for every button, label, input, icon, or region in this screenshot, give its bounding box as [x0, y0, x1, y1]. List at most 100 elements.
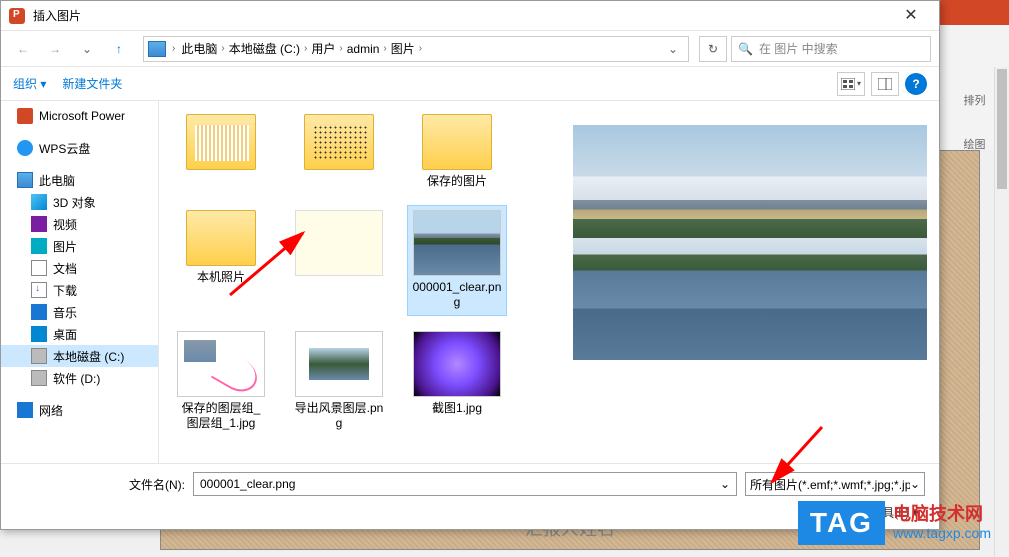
- tree-item[interactable]: 此电脑: [1, 169, 158, 191]
- breadcrumb-sep: ›: [172, 43, 175, 54]
- ppt-scrollbar[interactable]: [994, 67, 1009, 557]
- pic-icon: [31, 238, 47, 254]
- watermark-line2: www.tagxp.com: [893, 525, 991, 542]
- navigation-tree[interactable]: Microsoft Power WPS云盘此电脑 3D 对象视频图片文档下载音乐桌面…: [1, 101, 159, 463]
- doc-icon: [31, 260, 47, 276]
- tree-item-label: WPS云盘: [39, 140, 90, 157]
- recent-dropdown[interactable]: ⌄: [73, 35, 101, 63]
- file-label: 000001_clear.png: [412, 280, 502, 311]
- file-item[interactable]: 保存的图层组_图层组_1.jpg: [171, 326, 271, 437]
- powerpoint-icon: [9, 8, 25, 24]
- close-button[interactable]: ✕: [891, 2, 931, 30]
- file-label: 保存的图层组_图层组_1.jpg: [176, 401, 266, 432]
- preview-pane-button[interactable]: [871, 72, 899, 96]
- disk-icon: [31, 348, 47, 364]
- file-label: 截图1.jpg: [412, 401, 502, 417]
- file-thumbnail: [304, 114, 374, 170]
- tree-item-label: 图片: [53, 238, 77, 255]
- dialog-body: Microsoft Power WPS云盘此电脑 3D 对象视频图片文档下载音乐桌面…: [1, 101, 939, 463]
- file-label: 导出风景图层.png: [294, 401, 384, 432]
- new-folder-button[interactable]: 新建文件夹: [62, 75, 122, 92]
- search-icon: 🔍: [738, 42, 753, 56]
- tree-item[interactable]: 本地磁盘 (C:): [1, 345, 158, 367]
- net-icon: [17, 402, 33, 418]
- breadcrumb-item[interactable]: 此电脑: [177, 37, 221, 61]
- tree-item-label: Microsoft Power: [39, 109, 125, 123]
- tree-item[interactable]: 软件 (D:): [1, 367, 158, 389]
- file-thumbnail: [413, 331, 501, 397]
- tree-item-label: 软件 (D:): [53, 370, 100, 387]
- filetype-value: 所有图片(*.emf;*.wmf;*.jpg;*.jp: [750, 476, 910, 493]
- organize-menu[interactable]: 组织 ▾: [13, 75, 46, 92]
- file-item[interactable]: [171, 109, 271, 195]
- tree-item[interactable]: 3D 对象: [1, 191, 158, 213]
- file-item[interactable]: 本机照片: [171, 205, 271, 316]
- tree-item[interactable]: 文档: [1, 257, 158, 279]
- tree-item-label: 视频: [53, 216, 77, 233]
- 3d-icon: [31, 194, 47, 210]
- filename-input[interactable]: 000001_clear.png ⌄: [193, 472, 737, 496]
- breadcrumb-dropdown[interactable]: ⌄: [662, 42, 684, 56]
- watermark-line1: 电脑技术网: [893, 504, 991, 526]
- tree-item[interactable]: WPS云盘: [1, 137, 158, 159]
- insert-picture-dialog: 插入图片 ✕ ← → ⌄ ↑ › 此电脑›本地磁盘 (C:)›用户›admin›…: [0, 0, 940, 530]
- disk-icon: [31, 370, 47, 386]
- tree-item-label: 下载: [53, 282, 77, 299]
- file-item[interactable]: 截图1.jpg: [407, 326, 507, 437]
- file-thumbnail: [186, 114, 256, 170]
- breadcrumb-item[interactable]: 图片: [387, 37, 419, 61]
- tree-item[interactable]: Microsoft Power: [1, 105, 158, 127]
- up-button[interactable]: ↑: [105, 35, 133, 63]
- watermark: TAG 电脑技术网 www.tagxp.com: [798, 501, 991, 545]
- file-item[interactable]: 000001_clear.png: [407, 205, 507, 316]
- titlebar: 插入图片 ✕: [1, 1, 939, 31]
- file-thumbnail: [413, 210, 501, 276]
- view-mode-button[interactable]: ▾: [837, 72, 865, 96]
- file-item[interactable]: 导出风景图层.png: [289, 326, 389, 437]
- desk-icon: [31, 326, 47, 342]
- toolbar: 组织 ▾ 新建文件夹 ▾ ?: [1, 67, 939, 101]
- tree-item[interactable]: 图片: [1, 235, 158, 257]
- tree-item-label: 本地磁盘 (C:): [53, 348, 124, 365]
- help-button[interactable]: ?: [905, 73, 927, 95]
- tree-item-label: 此电脑: [39, 172, 75, 189]
- breadcrumb-item[interactable]: admin: [343, 37, 384, 61]
- tree-item[interactable]: 网络: [1, 399, 158, 421]
- file-thumbnail: [295, 210, 383, 276]
- search-input[interactable]: 🔍 在 图片 中搜索: [731, 36, 931, 62]
- search-placeholder: 在 图片 中搜索: [759, 40, 838, 57]
- file-thumbnail: [422, 114, 492, 170]
- breadcrumb-item[interactable]: 用户: [307, 37, 339, 61]
- filetype-dropdown-icon[interactable]: ⌄: [910, 477, 920, 491]
- file-item[interactable]: [289, 205, 389, 316]
- tree-item-label: 文档: [53, 260, 77, 277]
- file-item[interactable]: 保存的图片: [407, 109, 507, 195]
- file-label: 本机照片: [176, 270, 266, 286]
- wps-icon: [17, 140, 33, 156]
- file-thumbnail: [295, 331, 383, 397]
- tree-item-label: 网络: [39, 402, 63, 419]
- tree-item[interactable]: 下载: [1, 279, 158, 301]
- breadcrumb-sep: ›: [419, 43, 422, 54]
- tree-item[interactable]: 桌面: [1, 323, 158, 345]
- tree-item[interactable]: 音乐: [1, 301, 158, 323]
- back-button[interactable]: ←: [9, 35, 37, 63]
- video-icon: [31, 216, 47, 232]
- preview-pane: [561, 101, 939, 463]
- tree-item[interactable]: 视频: [1, 213, 158, 235]
- watermark-tag: TAG: [798, 501, 885, 545]
- forward-button[interactable]: →: [41, 35, 69, 63]
- refresh-button[interactable]: ↻: [699, 36, 727, 62]
- breadcrumb[interactable]: › 此电脑›本地磁盘 (C:)›用户›admin›图片› ⌄: [143, 36, 689, 62]
- file-list[interactable]: 保存的图片本机照片 000001_clear.png 保存的图层组_图层组_1.jp…: [159, 101, 561, 463]
- file-thumbnail: [186, 210, 256, 266]
- content-area: 保存的图片本机照片 000001_clear.png 保存的图层组_图层组_1.jp…: [159, 101, 939, 463]
- tree-item-label: 音乐: [53, 304, 77, 321]
- filename-dropdown-icon[interactable]: ⌄: [720, 477, 730, 491]
- filename-value: 000001_clear.png: [200, 477, 295, 491]
- filetype-select[interactable]: 所有图片(*.emf;*.wmf;*.jpg;*.jp ⌄: [745, 472, 925, 496]
- breadcrumb-item[interactable]: 本地磁盘 (C:): [225, 37, 304, 61]
- file-item[interactable]: [289, 109, 389, 195]
- dl-icon: [31, 282, 47, 298]
- navigation-bar: ← → ⌄ ↑ › 此电脑›本地磁盘 (C:)›用户›admin›图片› ⌄ ↻…: [1, 31, 939, 67]
